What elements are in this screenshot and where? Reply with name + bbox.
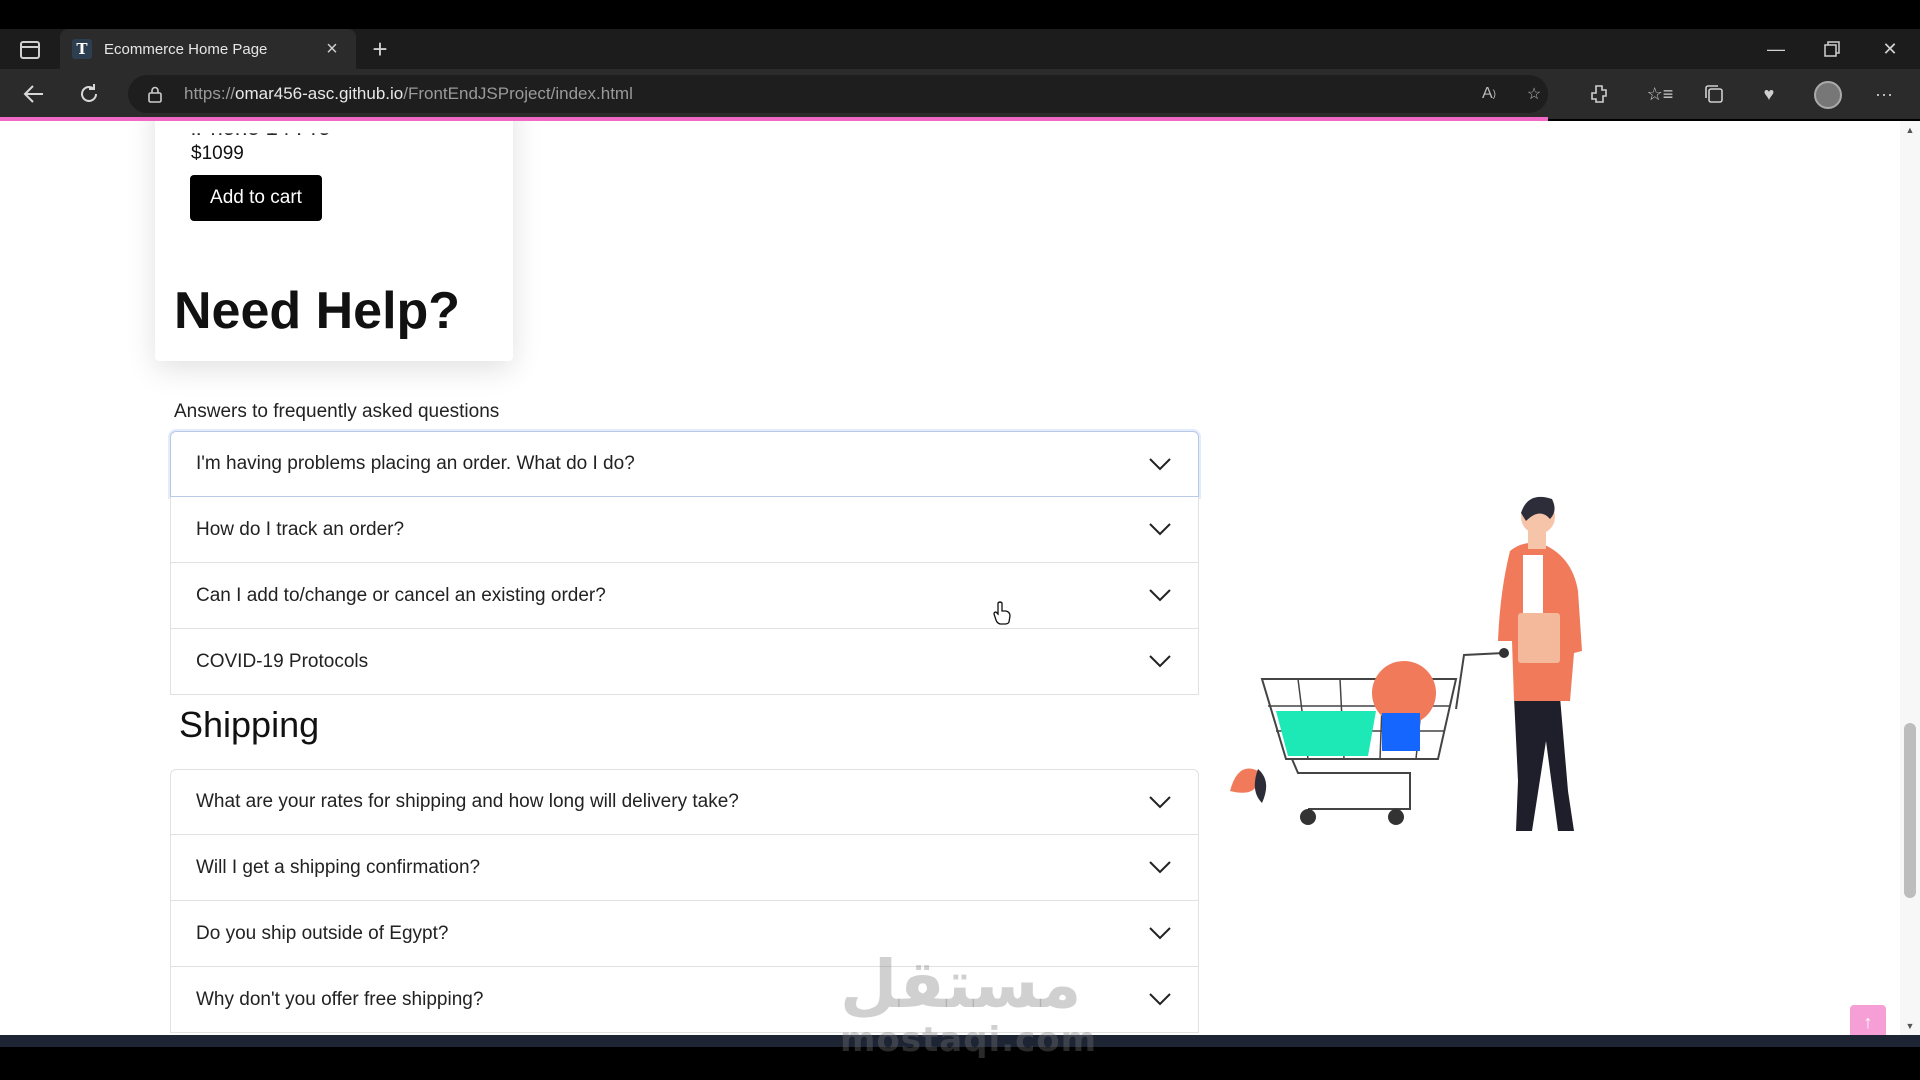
add-to-cart-button[interactable]: Add to cart [190, 175, 322, 221]
scrollbar-thumb[interactable] [1904, 723, 1916, 898]
faq-item[interactable]: Can I add to/change or cancel an existin… [170, 563, 1199, 629]
cart-item-teal [1276, 711, 1376, 756]
favorites-icon[interactable]: ☆≡ [1644, 79, 1676, 109]
watermark-latin: mostaqi.com [840, 1020, 1098, 1060]
navigation-bar: https://omar456-asc.github.io/FrontEndJS… [0, 69, 1920, 119]
back-icon[interactable] [17, 78, 51, 110]
add-favorite-icon[interactable]: ☆ [1521, 83, 1547, 105]
extensions-icon[interactable] [1583, 79, 1615, 109]
address-bar[interactable]: https://omar456-asc.github.io/FrontEndJS… [128, 75, 1548, 113]
scroll-up-icon[interactable]: ▲ [1905, 125, 1915, 135]
product-name: iPhone 14 Pro [191, 121, 331, 140]
tab-title: Ecommerce Home Page [104, 40, 268, 58]
faq-question: COVID-19 Protocols [196, 650, 369, 672]
url-text: https://omar456-asc.github.io/FrontEndJS… [184, 84, 633, 103]
leaf-shape [1230, 768, 1259, 793]
tab-actions-icon[interactable] [14, 37, 46, 63]
faq-question: I'm having problems placing an order. Wh… [196, 453, 635, 474]
watermark-logo: مستقل mostaqi.com [840, 946, 1098, 1061]
chevron-down-icon [1148, 988, 1172, 1012]
faq-item[interactable]: How do I track an order? [170, 497, 1199, 563]
chevron-down-icon [1148, 922, 1172, 946]
refresh-icon[interactable] [72, 78, 106, 110]
back-to-top-button[interactable]: ↑ [1850, 1005, 1886, 1035]
close-window-icon[interactable]: ✕ [1862, 29, 1918, 69]
hand-cursor-icon [993, 601, 1011, 625]
faq-item[interactable]: Will I get a shipping confirmation? [170, 835, 1199, 901]
chevron-down-icon [1148, 518, 1172, 542]
restore-icon[interactable] [1804, 29, 1860, 69]
more-options-icon[interactable]: ··· [1868, 79, 1900, 109]
paper-bag [1518, 613, 1560, 663]
screen-top-strip [0, 0, 1920, 29]
browser-essentials-icon[interactable]: ♥ [1753, 79, 1785, 109]
help-accordion: I'm having problems placing an order. Wh… [170, 431, 1199, 695]
product-price: $1099 [191, 143, 244, 164]
faq-question: What are your rates for shipping and how… [196, 791, 739, 812]
faq-item[interactable]: COVID-19 Protocols [170, 629, 1199, 695]
chevron-down-icon [1148, 584, 1172, 608]
new-tab-icon[interactable]: + [364, 34, 396, 64]
faq-question: Do you ship outside of Egypt? [196, 922, 449, 944]
faq-subtitle: Answers to frequently asked questions [174, 401, 500, 422]
lock-icon[interactable] [146, 85, 164, 103]
profile-avatar[interactable] [1814, 81, 1842, 109]
help-heading: Need Help? [174, 282, 461, 340]
active-tab[interactable]: T Ecommerce Home Page × [60, 29, 356, 69]
watermark-arabic: مستقل [840, 946, 1082, 1023]
minimize-icon[interactable]: — [1748, 29, 1804, 69]
read-aloud-icon[interactable]: A) [1476, 83, 1502, 105]
tab-favicon-icon: T [72, 39, 92, 59]
chevron-down-icon [1148, 452, 1172, 476]
collections-icon[interactable] [1698, 79, 1730, 109]
chevron-down-icon [1148, 650, 1172, 674]
scroll-down-icon[interactable]: ▼ [1905, 1021, 1915, 1031]
faq-question: Will I get a shipping confirmation? [196, 856, 481, 878]
faq-question: How do I track an order? [196, 518, 405, 540]
leaf-shape [1254, 769, 1267, 803]
shopper-figure [1498, 496, 1582, 831]
chevron-down-icon [1148, 856, 1172, 880]
tab-close-icon[interactable]: × [320, 38, 344, 61]
cart-item-box [1382, 713, 1420, 751]
chevron-down-icon [1148, 790, 1172, 814]
shipping-heading: Shipping [179, 704, 320, 745]
page-scrollbar[interactable]: ▲ ▼ [1900, 121, 1920, 1035]
tab-bar: T Ecommerce Home Page × + — ✕ [0, 29, 1920, 69]
page-viewport: iPhone 14 Pro $1099 Add to cart Need Hel… [0, 121, 1920, 1035]
shopping-illustration [1230, 496, 1582, 831]
faq-item[interactable]: I'm having problems placing an order. Wh… [170, 431, 1199, 497]
faq-item[interactable]: What are your rates for shipping and how… [170, 769, 1199, 835]
